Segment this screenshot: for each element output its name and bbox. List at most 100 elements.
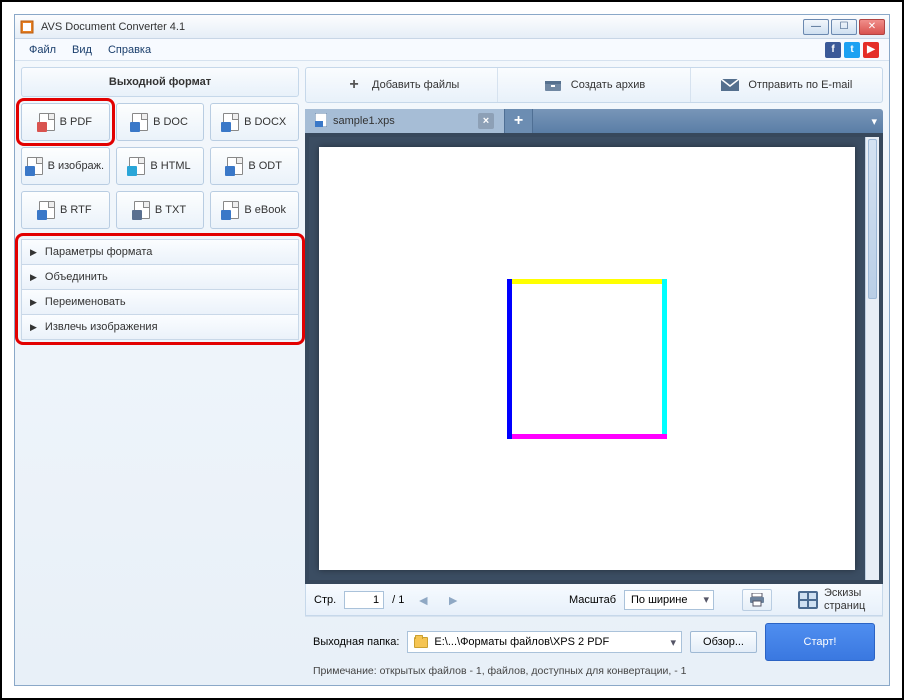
zoom-value: По ширине (631, 594, 688, 606)
accordion-rename[interactable]: ▶ Переименовать (21, 289, 299, 315)
format-html-button[interactable]: В HTML (116, 147, 205, 185)
output-folder-label: Выходная папка: (313, 636, 399, 648)
format-pdf-button[interactable]: В PDF (21, 103, 110, 141)
page-label: Стр. (314, 594, 336, 606)
accordion-merge[interactable]: ▶ Объединить (21, 264, 299, 290)
accordion-label: Извлечь изображения (45, 321, 158, 333)
caret-right-icon: ▶ (30, 297, 37, 308)
add-files-label: Добавить файлы (372, 79, 459, 92)
print-button[interactable] (742, 589, 772, 611)
thumbnails-icon (798, 591, 818, 609)
caret-right-icon: ▶ (30, 247, 37, 258)
accordion-label: Объединить (45, 271, 108, 283)
accordion-label: Переименовать (45, 296, 126, 308)
window-title: AVS Document Converter 4.1 (41, 21, 803, 33)
xps-doc-icon (315, 113, 327, 130)
format-doc-button[interactable]: В DOC (116, 103, 205, 141)
accordion-extract-images[interactable]: ▶ Извлечь изображения (21, 314, 299, 340)
menu-file[interactable]: Файл (21, 42, 64, 58)
app-icon (19, 19, 35, 35)
create-archive-button[interactable]: Создать архив (498, 68, 690, 102)
main-area: + Добавить файлы Создать архив Отправи (305, 67, 883, 679)
format-label: В PDF (60, 116, 92, 128)
format-docx-button[interactable]: В DOCX (210, 103, 299, 141)
zoom-label: Масштаб (569, 594, 616, 606)
sidebar-header: Выходной формат (21, 67, 299, 97)
titlebar: AVS Document Converter 4.1 — ☐ ✕ (15, 15, 889, 39)
email-label: Отправить по E-mail (748, 79, 852, 92)
sidebar: Выходной формат В PDF В DOC (21, 67, 299, 679)
maximize-button[interactable]: ☐ (831, 19, 857, 35)
menu-help[interactable]: Справка (100, 42, 159, 58)
format-label: В изображ. (48, 160, 105, 172)
menu-view[interactable]: Вид (64, 42, 100, 58)
format-ebook-button[interactable]: В eBook (210, 191, 299, 229)
preview-pane (305, 133, 883, 584)
plus-icon: + (344, 77, 364, 93)
prev-page-icon[interactable]: ◄ (412, 592, 434, 608)
close-button[interactable]: ✕ (859, 19, 885, 35)
minimize-button[interactable]: — (803, 19, 829, 35)
accordion: ▶ Параметры формата ▶ Объединить ▶ Переи… (21, 239, 299, 339)
output-path-select[interactable]: E:\...\Форматы файлов\XPS 2 PDF (407, 631, 682, 653)
pager-bar: Стр. / 1 ◄ ► Масштаб По ширине Эски (305, 584, 883, 616)
document-tab[interactable]: sample1.xps × (305, 109, 505, 133)
thumbnails-button[interactable]: Эскизы страниц (798, 587, 874, 611)
image-icon (27, 157, 43, 175)
thumbnails-label: Эскизы страниц (824, 587, 874, 611)
txt-icon (134, 201, 150, 219)
twitter-icon[interactable]: t (844, 42, 860, 58)
preview-scrollbar[interactable] (865, 137, 879, 580)
top-actions: + Добавить файлы Создать архив Отправи (305, 67, 883, 103)
next-page-icon[interactable]: ► (442, 592, 464, 608)
tab-close-icon[interactable]: × (478, 113, 494, 129)
format-image-button[interactable]: В изображ. (21, 147, 110, 185)
tabbar: sample1.xps × + ▾ (305, 109, 883, 133)
app-window: AVS Document Converter 4.1 — ☐ ✕ Файл Ви… (14, 14, 890, 686)
bottom-panel: Выходная папка: E:\...\Форматы файлов\XP… (305, 616, 883, 679)
format-label: В HTML (150, 160, 190, 172)
folder-icon (414, 637, 428, 648)
archive-icon (543, 77, 563, 93)
accordion-label: Параметры формата (45, 246, 152, 258)
tab-dropdown-icon[interactable]: ▾ (871, 115, 877, 128)
format-grid: В PDF В DOC В DOCX В изображ. (21, 103, 299, 229)
caret-right-icon: ▶ (30, 322, 37, 333)
youtube-icon[interactable]: ▶ (863, 42, 879, 58)
format-odt-button[interactable]: В ODT (210, 147, 299, 185)
archive-label: Создать архив (571, 79, 645, 92)
format-label: В DOC (153, 116, 188, 128)
rtf-icon (39, 201, 55, 219)
format-rtf-button[interactable]: В RTF (21, 191, 110, 229)
status-note: Примечание: открытых файлов - 1, файлов,… (313, 665, 875, 677)
format-label: В RTF (60, 204, 92, 216)
send-email-button[interactable]: Отправить по E-mail (691, 68, 882, 102)
page-input[interactable] (344, 591, 384, 609)
add-files-button[interactable]: + Добавить файлы (306, 68, 498, 102)
pdf-doc-icon (39, 113, 55, 131)
ebook-icon (223, 201, 239, 219)
format-label: В ODT (248, 160, 282, 172)
menubar: Файл Вид Справка f t ▶ (15, 39, 889, 61)
output-path-value: E:\...\Форматы файлов\XPS 2 PDF (434, 636, 609, 648)
doc-icon (132, 113, 148, 131)
format-txt-button[interactable]: В TXT (116, 191, 205, 229)
browse-button[interactable]: Обзор... (690, 631, 757, 653)
add-tab-button[interactable]: + (505, 109, 533, 133)
scrollbar-thumb[interactable] (868, 139, 877, 299)
facebook-icon[interactable]: f (825, 42, 841, 58)
odt-icon (227, 157, 243, 175)
tab-label: sample1.xps (333, 115, 395, 127)
zoom-select[interactable]: По ширине (624, 590, 714, 610)
accordion-format-params[interactable]: ▶ Параметры формата (21, 239, 299, 265)
document-content-shape (507, 279, 667, 439)
format-label: В DOCX (244, 116, 286, 128)
start-button[interactable]: Старт! (765, 623, 875, 661)
format-label: В eBook (244, 204, 286, 216)
page-total: / 1 (392, 594, 404, 606)
caret-right-icon: ▶ (30, 272, 37, 283)
docx-icon (223, 113, 239, 131)
mail-icon (720, 77, 740, 93)
format-label: В TXT (155, 204, 186, 216)
document-page (319, 147, 855, 570)
